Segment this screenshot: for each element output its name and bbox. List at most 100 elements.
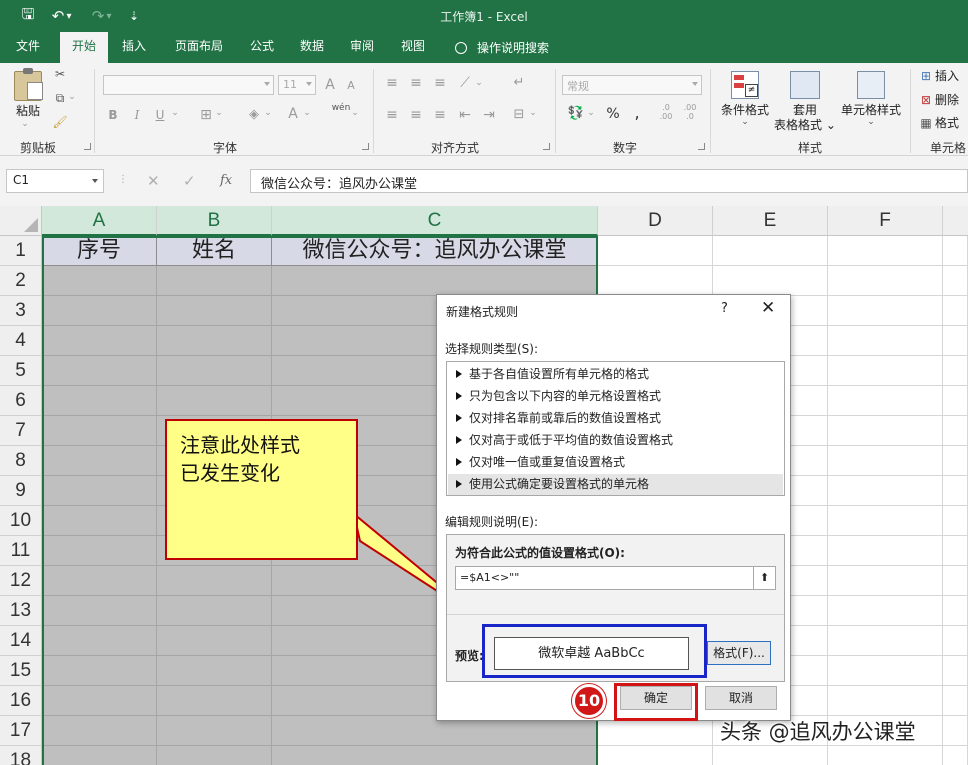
- cell[interactable]: [713, 266, 828, 296]
- cell[interactable]: [943, 386, 968, 416]
- cell[interactable]: [943, 626, 968, 656]
- formula-input[interactable]: 微信公众号：追风办公课堂: [250, 169, 968, 193]
- cell[interactable]: [42, 386, 157, 416]
- font-size-combo[interactable]: 11: [278, 75, 316, 95]
- wrap-text-icon[interactable]: ↵: [510, 75, 528, 90]
- cell[interactable]: [713, 746, 828, 765]
- cell[interactable]: [157, 386, 272, 416]
- tab-page-layout[interactable]: 页面布局: [166, 32, 232, 63]
- row-header[interactable]: 3: [0, 296, 42, 326]
- cancel-button[interactable]: 取消: [705, 686, 777, 710]
- cell-b1[interactable]: 姓名: [157, 236, 272, 266]
- top-align-icon[interactable]: ≡: [383, 75, 401, 91]
- conditional-formatting-icon[interactable]: ≠: [731, 71, 759, 99]
- cell[interactable]: [943, 566, 968, 596]
- cell[interactable]: [42, 656, 157, 686]
- cell[interactable]: [828, 596, 943, 626]
- rule-type-list[interactable]: 基于各自值设置所有单元格的格式 只为包含以下内容的单元格设置格式 仅对排名靠前或…: [446, 361, 785, 496]
- format-as-table-icon[interactable]: [790, 71, 820, 99]
- cell[interactable]: [943, 506, 968, 536]
- insert-cells-button[interactable]: 插入: [935, 69, 968, 84]
- cell[interactable]: [598, 266, 713, 296]
- cell[interactable]: [943, 596, 968, 626]
- cell[interactable]: [272, 746, 598, 765]
- cell[interactable]: [42, 266, 157, 296]
- cell[interactable]: [828, 266, 943, 296]
- row-header[interactable]: 8: [0, 446, 42, 476]
- bottom-align-icon[interactable]: ≡: [431, 75, 449, 91]
- format-cells-button[interactable]: 格式: [935, 116, 968, 131]
- underline-icon[interactable]: U: [153, 108, 167, 122]
- cell[interactable]: [157, 296, 272, 326]
- rule-type-item-selected[interactable]: 使用公式确定要设置格式的单元格: [448, 474, 783, 495]
- cell[interactable]: [828, 296, 943, 326]
- collapse-dialog-icon[interactable]: ⬆: [753, 567, 775, 589]
- cell[interactable]: [828, 476, 943, 506]
- middle-align-icon[interactable]: ≡: [407, 75, 425, 91]
- format-cells-icon[interactable]: ▦: [919, 116, 933, 130]
- format-button[interactable]: 格式(F)...: [707, 641, 771, 665]
- cell[interactable]: [828, 536, 943, 566]
- font-color-dropdown-icon[interactable]: ⌄: [302, 108, 312, 118]
- rule-type-item[interactable]: 仅对排名靠前或靠后的数值设置格式: [448, 408, 783, 429]
- increase-indent-icon[interactable]: ⇥: [480, 107, 498, 123]
- cell[interactable]: [42, 356, 157, 386]
- shrink-font-icon[interactable]: A: [344, 79, 358, 92]
- cell[interactable]: [157, 596, 272, 626]
- row-header[interactable]: 11: [0, 536, 42, 566]
- cell[interactable]: [943, 266, 968, 296]
- fill-color-icon[interactable]: ◈: [245, 107, 263, 122]
- cell[interactable]: [272, 266, 598, 296]
- tab-view[interactable]: 视图: [391, 32, 435, 63]
- cell[interactable]: [157, 626, 272, 656]
- cell-a1[interactable]: 序号: [42, 236, 157, 266]
- row-header[interactable]: 17: [0, 716, 42, 746]
- phonetic-dropdown-icon[interactable]: ⌄: [350, 108, 360, 118]
- row-header[interactable]: 18: [0, 746, 42, 765]
- format-as-table-button[interactable]: 套用 表格格式 ⌄: [774, 103, 836, 133]
- cell[interactable]: [598, 746, 713, 765]
- cell[interactable]: [42, 446, 157, 476]
- row-header[interactable]: 1: [0, 236, 42, 266]
- cell[interactable]: [943, 356, 968, 386]
- select-all-button[interactable]: [0, 206, 42, 236]
- rule-type-item[interactable]: 仅对高于或低于平均值的数值设置格式: [448, 430, 783, 451]
- rule-type-item[interactable]: 只为包含以下内容的单元格设置格式: [448, 386, 783, 407]
- decrease-decimal-icon[interactable]: .00.0: [680, 103, 700, 121]
- column-header-f[interactable]: F: [828, 206, 943, 236]
- cell[interactable]: [713, 236, 828, 266]
- cell[interactable]: [42, 566, 157, 596]
- cell[interactable]: [157, 656, 272, 686]
- cell-styles-dropdown-icon[interactable]: ⌄: [861, 117, 881, 127]
- tab-insert[interactable]: 插入: [112, 32, 156, 63]
- cell[interactable]: [828, 386, 943, 416]
- alignment-launcher-icon[interactable]: [543, 143, 550, 150]
- tell-me-search[interactable]: 操作说明搜索: [455, 32, 549, 63]
- cell-styles-button[interactable]: 单元格样式: [838, 103, 904, 118]
- cell[interactable]: [157, 356, 272, 386]
- cell[interactable]: [598, 236, 713, 266]
- cell[interactable]: [157, 326, 272, 356]
- cell[interactable]: [42, 596, 157, 626]
- align-center-icon[interactable]: ≡: [407, 107, 425, 123]
- row-header[interactable]: 5: [0, 356, 42, 386]
- cell[interactable]: [828, 416, 943, 446]
- cell[interactable]: [42, 626, 157, 656]
- accounting-format-icon[interactable]: 💱: [566, 106, 586, 121]
- conditional-formatting-dropdown-icon[interactable]: ⌄: [735, 117, 755, 127]
- delete-cells-icon[interactable]: ⊠: [919, 93, 933, 107]
- cell[interactable]: [828, 656, 943, 686]
- merge-center-icon[interactable]: ⊟: [510, 107, 528, 122]
- tab-data[interactable]: 数据: [290, 32, 334, 63]
- underline-dropdown-icon[interactable]: ⌄: [170, 108, 180, 118]
- copy-dropdown-icon[interactable]: ⌄: [66, 92, 78, 102]
- confirm-entry-icon[interactable]: ✓: [183, 172, 196, 190]
- cell[interactable]: [828, 326, 943, 356]
- cell[interactable]: [828, 236, 943, 266]
- tab-review[interactable]: 审阅: [340, 32, 384, 63]
- help-button[interactable]: ?: [721, 301, 728, 316]
- cell[interactable]: [943, 416, 968, 446]
- rule-type-item[interactable]: 仅对唯一值或重复值设置格式: [448, 452, 783, 473]
- row-header[interactable]: 13: [0, 596, 42, 626]
- row-header[interactable]: 6: [0, 386, 42, 416]
